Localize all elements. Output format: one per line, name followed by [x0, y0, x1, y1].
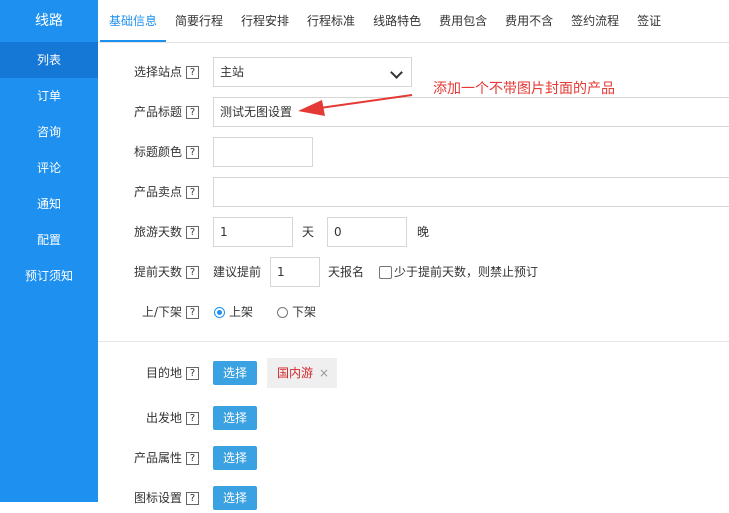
annotation-arrow — [298, 94, 413, 116]
